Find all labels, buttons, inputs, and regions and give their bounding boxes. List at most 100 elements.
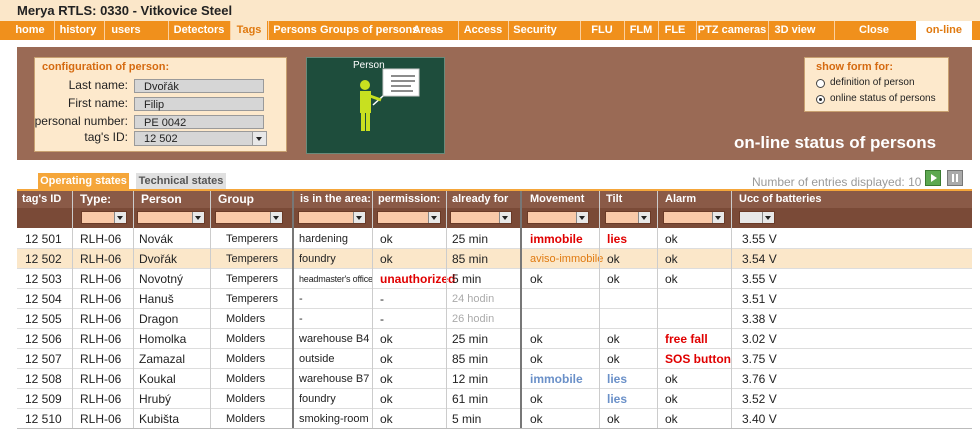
cell-already-for: 5 min bbox=[452, 412, 482, 426]
radio-online-status[interactable] bbox=[816, 95, 825, 104]
cell-group: Molders bbox=[226, 373, 266, 385]
cell-battery: 3.55 V bbox=[742, 272, 777, 286]
personal-number-field[interactable]: PE 0042 bbox=[134, 115, 264, 129]
cell-group: Temperers bbox=[226, 273, 278, 285]
cell-movement: ok bbox=[530, 412, 543, 426]
col-batteries: Ucc of batteries bbox=[739, 193, 822, 205]
cell-battery: 3.55 V bbox=[742, 232, 777, 246]
cell-tag-id: 12 505 bbox=[25, 312, 62, 326]
radio-definition[interactable] bbox=[816, 79, 825, 88]
nav-detectors[interactable]: Detectors bbox=[168, 21, 229, 40]
first-name-field[interactable]: Filip bbox=[134, 97, 264, 111]
table-row[interactable]: 12 503 RLH-06 Novotný Temperers headmaster's… bbox=[17, 269, 972, 289]
cell-group: Molders bbox=[226, 313, 266, 325]
nav-tags[interactable]: Tags bbox=[230, 21, 267, 40]
cell-tilt: lies bbox=[607, 392, 628, 406]
pause-button[interactable] bbox=[947, 170, 963, 186]
cell-permission: ok bbox=[380, 392, 393, 406]
cell-alarm: ok bbox=[665, 272, 678, 286]
table-row[interactable]: 12 510 RLH-06 Kubišta Molders smoking-room ok… bbox=[17, 409, 972, 429]
col-area: is in the area: bbox=[300, 193, 371, 205]
nav-close[interactable]: Close bbox=[834, 21, 913, 40]
nav-persons[interactable]: Persons bbox=[268, 21, 321, 40]
cell-person: Novotný bbox=[139, 272, 184, 286]
nav-access[interactable]: Access bbox=[458, 21, 507, 40]
filter-area[interactable] bbox=[298, 211, 366, 224]
chevron-down-icon bbox=[270, 212, 282, 223]
table-row[interactable]: 12 507 RLH-06 Zamazal Molders outside ok 85 mi… bbox=[17, 349, 972, 369]
nav-flu[interactable]: FLU bbox=[580, 21, 623, 40]
cell-alarm: ok bbox=[665, 252, 678, 266]
chevron-down-icon[interactable] bbox=[252, 132, 266, 145]
cell-battery: 3.52 V bbox=[742, 392, 777, 406]
cell-movement: immobile bbox=[530, 372, 583, 386]
cell-type: RLH-06 bbox=[80, 332, 122, 346]
cell-person: Zamazal bbox=[139, 352, 186, 366]
filter-group[interactable] bbox=[215, 211, 283, 224]
tag-id-label: tag's ID: bbox=[84, 130, 128, 144]
nav-flm[interactable]: FLM bbox=[624, 21, 657, 40]
cell-already-for: 25 min bbox=[452, 232, 489, 246]
cell-already-for: 12 min bbox=[452, 372, 489, 386]
col-divider bbox=[72, 191, 73, 429]
nav-areas[interactable]: Areas bbox=[410, 21, 446, 40]
cell-already-for: 26 hodin bbox=[452, 313, 495, 325]
filter-permission[interactable] bbox=[377, 211, 441, 224]
table-row[interactable]: 12 504 RLH-06 Hanuš Temperers - - 24 hodin 3.51… bbox=[17, 289, 972, 309]
nav-history[interactable]: history bbox=[54, 21, 101, 40]
cell-movement: ok bbox=[530, 332, 543, 346]
table-row[interactable]: 12 509 RLH-06 Hrubý Molders foundry ok 61 min o… bbox=[17, 389, 972, 409]
nav-fle[interactable]: FLE bbox=[658, 21, 691, 40]
cell-permission: ok bbox=[380, 332, 393, 346]
play-button[interactable] bbox=[925, 170, 941, 186]
show-form-header: show form for: bbox=[816, 61, 893, 73]
nav-home[interactable]: home bbox=[12, 21, 48, 40]
cell-alarm: ok bbox=[665, 232, 678, 246]
chevron-down-icon bbox=[428, 212, 440, 223]
cell-group: Temperers bbox=[226, 293, 278, 305]
table-row[interactable]: 12 505 RLH-06 Dragon Molders - - 26 hodin 3.38 … bbox=[17, 309, 972, 329]
cell-group: Molders bbox=[226, 413, 266, 425]
cell-battery: 3.02 V bbox=[742, 332, 777, 346]
nav-ptz-cameras[interactable]: PTZ cameras bbox=[696, 21, 767, 40]
tab-operating-states[interactable]: Operating states bbox=[38, 173, 129, 189]
filter-batteries[interactable] bbox=[739, 211, 775, 224]
tab-technical-states[interactable]: Technical states bbox=[136, 173, 226, 189]
table-row[interactable]: 12 508 RLH-06 Koukal Molders warehouse B7 ok 1… bbox=[17, 369, 972, 389]
cell-permission: ok bbox=[380, 372, 393, 386]
main-nav: home history users Detectors Tags Person… bbox=[0, 21, 980, 40]
cell-permission: ok bbox=[380, 232, 393, 246]
cell-area: headmaster's office bbox=[299, 274, 373, 284]
filter-movement[interactable] bbox=[527, 211, 589, 224]
col-divider bbox=[657, 191, 658, 429]
filter-already-for[interactable] bbox=[450, 211, 512, 224]
nav-security[interactable]: Security bbox=[508, 21, 561, 40]
last-name-field[interactable]: Dvořák bbox=[134, 79, 264, 93]
table-row[interactable]: 12 501 RLH-06 Novák Temperers hardening ok 25 … bbox=[17, 229, 972, 249]
table-row[interactable]: 12 506 RLH-06 Homolka Molders warehouse B4 ok… bbox=[17, 329, 972, 349]
nav-online[interactable]: on-line bbox=[916, 21, 972, 40]
filter-type[interactable] bbox=[81, 211, 127, 224]
cell-movement: ok bbox=[530, 352, 543, 366]
cell-battery: 3.75 V bbox=[742, 352, 777, 366]
filter-alarm[interactable] bbox=[663, 211, 725, 224]
table-row[interactable]: 12 502 RLH-06 Dvořák Temperers foundry ok 85 m… bbox=[17, 249, 972, 269]
tag-id-select[interactable]: 12 502 bbox=[134, 131, 267, 146]
tag-id-value: 12 502 bbox=[144, 133, 178, 145]
table-bottom-border bbox=[17, 428, 972, 429]
nav-3d-view[interactable]: 3D view bbox=[768, 21, 821, 40]
filter-tilt[interactable] bbox=[605, 211, 651, 224]
chevron-down-icon bbox=[638, 212, 650, 223]
cell-person: Koukal bbox=[139, 372, 176, 386]
nav-groups-of-persons[interactable]: Groups of persons bbox=[320, 21, 418, 40]
cell-type: RLH-06 bbox=[80, 252, 122, 266]
cell-group: Molders bbox=[226, 333, 266, 345]
col-divider bbox=[292, 191, 294, 429]
nav-users[interactable]: users bbox=[104, 21, 147, 40]
filter-person[interactable] bbox=[137, 211, 205, 224]
cell-tag-id: 12 501 bbox=[25, 232, 62, 246]
cell-battery: 3.40 V bbox=[742, 412, 777, 426]
cell-area: warehouse B7 bbox=[299, 373, 370, 385]
cell-area: foundry bbox=[299, 393, 336, 405]
cell-already-for: 85 min bbox=[452, 352, 489, 366]
